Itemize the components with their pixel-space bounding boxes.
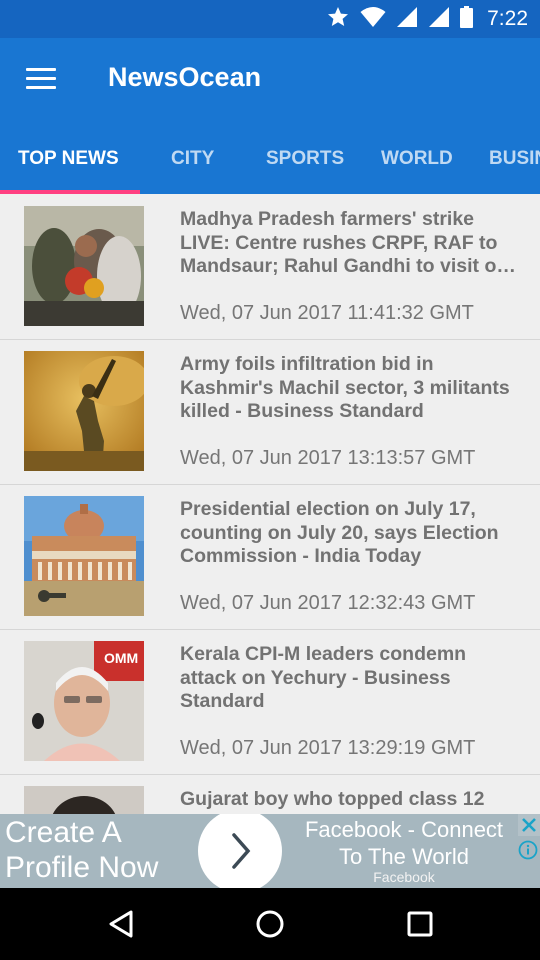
signal-icon <box>428 6 450 33</box>
home-icon[interactable] <box>248 902 292 946</box>
star-icon <box>326 5 350 34</box>
news-item[interactable]: Gujarat boy who topped class 12 <box>0 774 540 814</box>
battery-icon <box>460 5 474 33</box>
ad-description[interactable]: Facebook - Connect To The World <box>290 816 518 870</box>
tab-sports[interactable]: SPORTS <box>266 130 344 194</box>
news-item[interactable]: Army foils infiltration bid in Kashmir's… <box>0 339 540 485</box>
info-icon[interactable] <box>518 840 538 860</box>
ad-description-line2: To The World <box>338 844 470 869</box>
app-title: NewsOcean <box>108 62 262 92</box>
back-icon[interactable] <box>99 902 143 946</box>
status-icons: 7:22 <box>326 0 528 38</box>
news-date: Wed, 07 Jun 2017 13:13:57 GMT <box>180 447 476 469</box>
news-feed[interactable]: Madhya Pradesh farmers' strike LIVE: Cen… <box>0 194 540 814</box>
tab-top-news[interactable]: TOP NEWS <box>18 130 119 194</box>
news-headline: Madhya Pradesh farmers' strike LIVE: Cen… <box>180 208 516 277</box>
news-thumbnail <box>24 786 144 814</box>
news-headline: Army foils infiltration bid in Kashmir's… <box>180 353 510 422</box>
news-headline: Gujarat boy who topped class 12 <box>180 788 485 810</box>
wifi-icon <box>360 6 386 33</box>
hamburger-menu-icon[interactable] <box>26 68 58 92</box>
news-item[interactable]: Presidential election on July 17, counti… <box>0 484 540 630</box>
news-headline: Presidential election on July 17, counti… <box>180 498 499 567</box>
recents-icon[interactable] <box>398 902 442 946</box>
ad-sponsor: Facebook <box>373 869 435 885</box>
news-thumbnail: OMM <box>24 641 144 761</box>
ad-description-line1: Facebook - Connect <box>304 817 504 842</box>
news-item[interactable]: Madhya Pradesh farmers' strike LIVE: Cen… <box>0 194 540 340</box>
ad-headline[interactable]: Create A Profile Now <box>5 815 158 885</box>
news-item[interactable]: OMM Kerala CPI-M leaders condemn attack … <box>0 629 540 775</box>
news-date: Wed, 07 Jun 2017 12:32:43 GMT <box>180 592 476 614</box>
news-thumbnail <box>24 206 144 326</box>
news-date: Wed, 07 Jun 2017 11:41:32 GMT <box>180 302 474 324</box>
ad-banner[interactable]: Create A Profile Now Facebook - Connect … <box>0 814 540 888</box>
tab-world[interactable]: WORLD <box>381 130 453 194</box>
system-nav-bar <box>0 888 540 960</box>
news-headline: Kerala CPI-M leaders condemn attack on Y… <box>180 643 467 712</box>
ad-headline-line1: Create A <box>5 816 122 849</box>
signal-icon <box>396 6 418 33</box>
svg-text:OMM: OMM <box>104 650 138 666</box>
chevron-right-icon <box>232 833 251 869</box>
news-date: Wed, 07 Jun 2017 13:29:19 GMT <box>180 737 476 759</box>
close-icon[interactable] <box>518 814 540 836</box>
tab-strip: TOP NEWS CITY SPORTS WORLD BUSINESS <box>0 130 540 194</box>
tab-city[interactable]: CITY <box>171 130 214 194</box>
ad-headline-line2: Profile Now <box>5 851 159 884</box>
app-bar: NewsOcean TOP NEWS CITY SPORTS WORLD BUS… <box>0 38 540 194</box>
status-bar: 7:22 <box>0 0 540 38</box>
news-thumbnail <box>24 496 144 616</box>
ad-arrow-button[interactable] <box>198 814 282 888</box>
news-thumbnail <box>24 351 144 471</box>
tab-business[interactable]: BUSINESS <box>489 130 540 194</box>
status-time: 7:22 <box>487 7 528 30</box>
